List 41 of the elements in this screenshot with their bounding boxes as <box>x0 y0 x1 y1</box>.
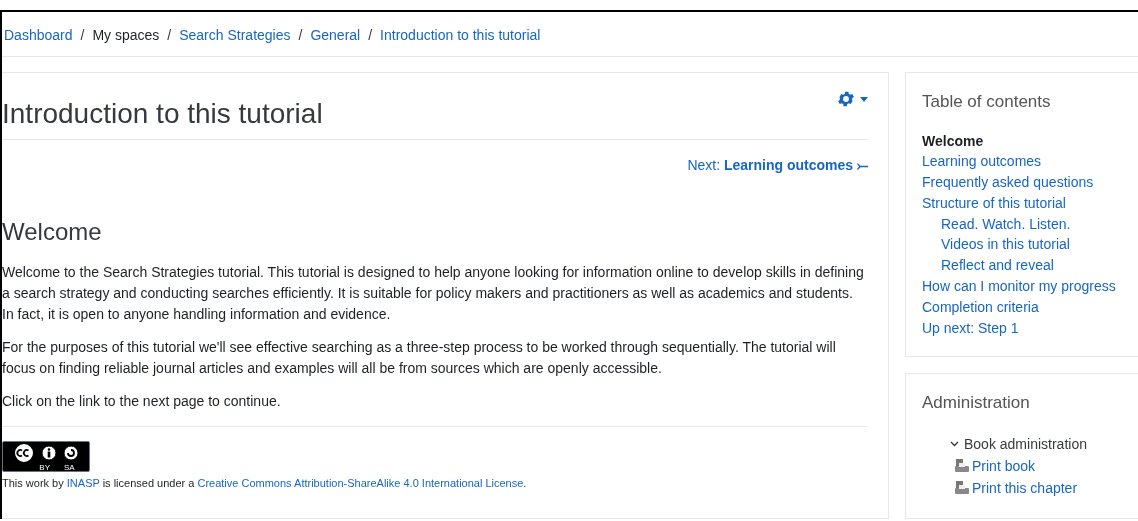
toc-item[interactable]: Reflect and reveal <box>941 257 1054 274</box>
toc-item[interactable]: Videos in this tutorial <box>941 236 1070 253</box>
admin-link[interactable]: Print this chapter <box>954 476 1138 499</box>
badge-label: SA <box>64 463 75 472</box>
printer-icon <box>954 457 970 474</box>
admin-link[interactable]: Print book <box>954 454 1138 477</box>
toc-item[interactable]: Learning outcomes <box>922 153 1042 170</box>
block-title: Table of contents <box>922 91 1052 113</box>
paragraph: Welcome to the Search Strategies tutorial. This tutorial is designed to help anyone looking for information online to develop skills in defining a search strategy and conducting searches efficiently. It is suitable for policy makers and practitioners as well as academics and students. In fact, it is open to anyone handling information and evidence. <box>2 263 865 324</box>
breadcrumb-link[interactable]: Introduction to this tutorial <box>380 25 541 46</box>
breadcrumb-separator: / <box>298 26 303 45</box>
badge-label: BY <box>39 463 50 472</box>
license-link[interactable]: INASP <box>66 477 100 489</box>
toc-item[interactable]: Up next: Step 1 <box>922 319 1019 336</box>
page-title: Introduction to this tutorial <box>2 97 323 131</box>
section-heading: Welcome <box>2 217 103 247</box>
toc-item[interactable]: How can I monitor my progress <box>922 278 1116 295</box>
breadcrumb-link[interactable]: Search Strategies <box>179 25 291 46</box>
block-title: Administration <box>922 392 1031 415</box>
toc-item[interactable]: Completion criteria <box>922 298 1039 315</box>
next-page-link[interactable]: Next: Learning outcomes ⤚ <box>687 155 868 176</box>
breadcrumb-separator: / <box>80 26 85 45</box>
breadcrumb-text: My spaces <box>92 26 160 45</box>
toc-item[interactable]: Structure of this tutorial <box>922 194 1066 211</box>
printer-icon <box>954 479 970 496</box>
breadcrumb-separator: / <box>167 26 172 45</box>
breadcrumb-separator: / <box>368 26 373 45</box>
breadcrumb-link[interactable]: General <box>310 25 361 46</box>
share-alike-icon <box>63 444 79 461</box>
toc-item[interactable]: Read. Watch. Listen. <box>941 215 1071 232</box>
toc-item[interactable]: Frequently asked questions <box>922 174 1094 191</box>
toc-item: Welcome <box>922 132 984 149</box>
attribution-icon <box>41 444 57 461</box>
settings-menu-button[interactable] <box>836 89 868 109</box>
paragraph: Click on the link to the next page to continue. <box>2 392 282 411</box>
paragraph: For the purposes of this tutorial we'll see effective searching as a three-step process to be worked through sequentially. The tutorial will focus on finding reliable journal articles and examples will all be from sources which are openly accessible. <box>2 338 837 378</box>
caret-icon <box>860 96 868 102</box>
license-text: This work by INASP is licensed under a Creative Commons Attribution-ShareAlike 4.0 International License. <box>2 476 528 491</box>
tree-toggle[interactable]: Book administration <box>950 433 1087 455</box>
breadcrumb-link[interactable]: Dashboard <box>4 25 73 46</box>
settings-icon <box>836 89 856 109</box>
